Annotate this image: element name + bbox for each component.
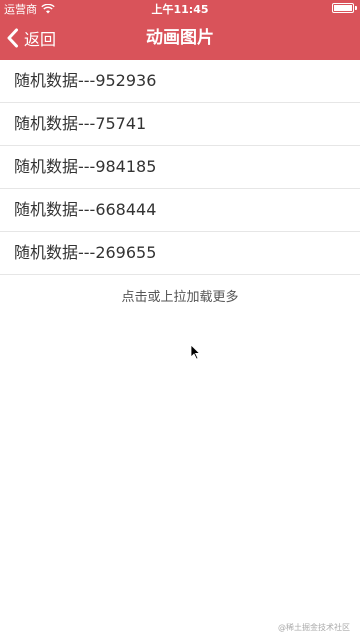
list-item[interactable]: 随机数据---269655 [0,232,360,275]
data-list: 随机数据---952936 随机数据---75741 随机数据---984185… [0,60,360,275]
back-button[interactable]: 返回 [6,16,56,60]
list-item[interactable]: 随机数据---668444 [0,189,360,232]
navigation-bar: 返回 动画图片 [0,16,360,60]
status-bar: 运营商 上午11:45 [0,0,360,16]
status-time: 上午11:45 [151,3,209,16]
chevron-left-icon [7,28,18,48]
mouse-pointer-icon [190,344,200,360]
battery-icon [332,3,357,13]
list-item[interactable]: 随机数据---984185 [0,146,360,189]
battery-level [334,5,352,11]
back-label: 返回 [24,30,57,49]
list-item[interactable]: 随机数据---952936 [0,60,360,103]
load-more-button[interactable]: 点击或上拉加载更多 [0,286,360,305]
list-item[interactable]: 随机数据---75741 [0,103,360,146]
watermark: @稀土掘金技术社区 [278,623,350,632]
